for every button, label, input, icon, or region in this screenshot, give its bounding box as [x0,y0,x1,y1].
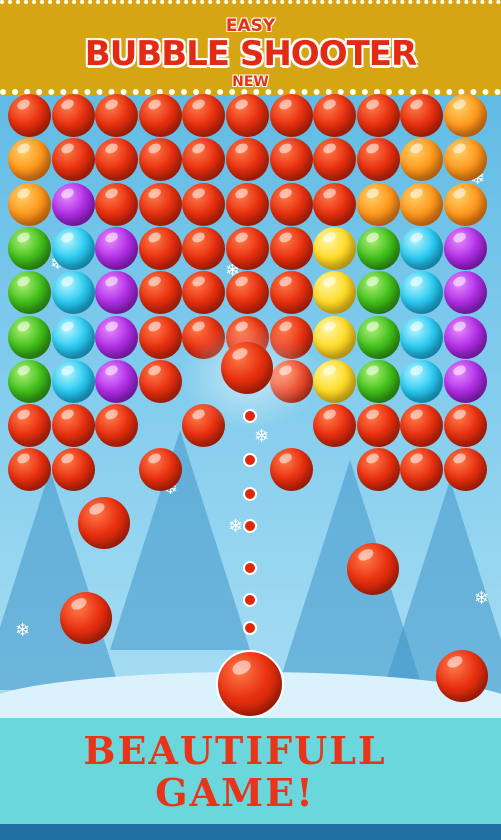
green-bubble [8,271,51,315]
cyan-bubble [51,271,95,315]
cyan-bubble [400,226,444,270]
green-bubble [356,359,400,403]
red-bubble [226,94,269,137]
flying-bubble [221,342,273,394]
red-bubble [226,182,269,226]
orange-bubble [444,138,487,182]
red-bubble [356,404,400,448]
red-bubble [444,404,487,448]
purple-bubble [95,359,139,403]
red-bubble [226,226,269,270]
purple-bubble [95,226,139,270]
red-bubble [8,94,51,137]
red-bubble [269,226,313,270]
purple-bubble [444,315,487,359]
cyan-bubble [51,226,95,270]
red-bubble [138,138,182,182]
purple-bubble [444,359,487,403]
game-screen[interactable]: ❄ ❄ ❄ ❄ ❄ ❄ ❄ ❄ EASY BUBBLE SHOOTER NEW … [0,0,501,840]
aim-dot [243,593,257,607]
orange-bubble [444,94,487,137]
falling-bubble [78,497,130,549]
red-bubble [269,138,313,182]
cyan-bubble [400,359,444,403]
red-bubble [269,448,313,492]
red-bubble [95,404,139,448]
snowflake-icon: ❄ [15,620,31,641]
red-bubble [138,271,182,315]
green-bubble [8,226,51,270]
red-bubble [313,94,357,137]
cyan-bubble [51,315,95,359]
red-bubble [138,182,182,226]
title-banner: EASY BUBBLE SHOOTER NEW [0,0,501,95]
aim-dot [243,409,257,423]
snowflake-icon: ❄ [474,588,490,609]
red-bubble [51,138,95,182]
orange-bubble [8,138,51,182]
red-bubble [226,138,269,182]
snowflake-icon: ❄ [228,516,244,537]
red-bubble [138,315,182,359]
red-bubble [356,138,400,182]
red-bubble [95,182,139,226]
orange-bubble [356,182,400,226]
red-bubble [138,448,182,492]
aim-dot [243,453,257,467]
red-bubble [269,271,313,315]
red-bubble [138,226,182,270]
falling-bubble [436,650,488,702]
red-bubble [138,94,182,137]
cyan-bubble [400,315,444,359]
purple-bubble [444,226,487,270]
red-bubble [269,94,313,137]
purple-bubble [95,315,139,359]
falling-bubble [60,592,112,644]
aim-dot [243,487,257,501]
red-bubble [51,448,95,492]
green-bubble [356,271,400,315]
red-bubble [356,448,400,492]
red-bubble [313,182,357,226]
red-bubble [51,404,95,448]
green-bubble [356,315,400,359]
banner-bottom-label: NEW [232,74,269,90]
green-bubble [356,226,400,270]
orange-bubble [400,182,444,226]
red-bubble [138,359,182,403]
aim-dot [243,621,257,635]
orange-bubble [444,182,487,226]
red-bubble [51,94,95,137]
game-title: BUBBLE SHOOTER [84,34,417,74]
purple-bubble [51,182,95,226]
red-bubble [226,271,269,315]
red-bubble [356,94,400,137]
promo-line-2: GAME! [155,770,315,815]
banner-top-label: EASY [225,16,276,36]
green-bubble [8,359,51,403]
falling-bubble [347,543,399,595]
snowflake-icon: ❄ [254,426,270,447]
purple-bubble [444,271,487,315]
yellow-bubble [313,226,357,270]
red-bubble [269,182,313,226]
red-bubble [182,182,226,226]
orange-bubble [8,182,51,226]
cyan-bubble [51,359,95,403]
bottom-strip [0,824,501,840]
aim-dot [243,519,257,533]
red-bubble [182,226,226,270]
aim-dot [243,561,257,575]
shooter-bubble[interactable] [216,650,284,718]
red-bubble [95,94,139,137]
red-bubble [8,404,51,448]
promo-line-1: BEAUTIFULL [83,728,387,773]
green-bubble [8,315,51,359]
